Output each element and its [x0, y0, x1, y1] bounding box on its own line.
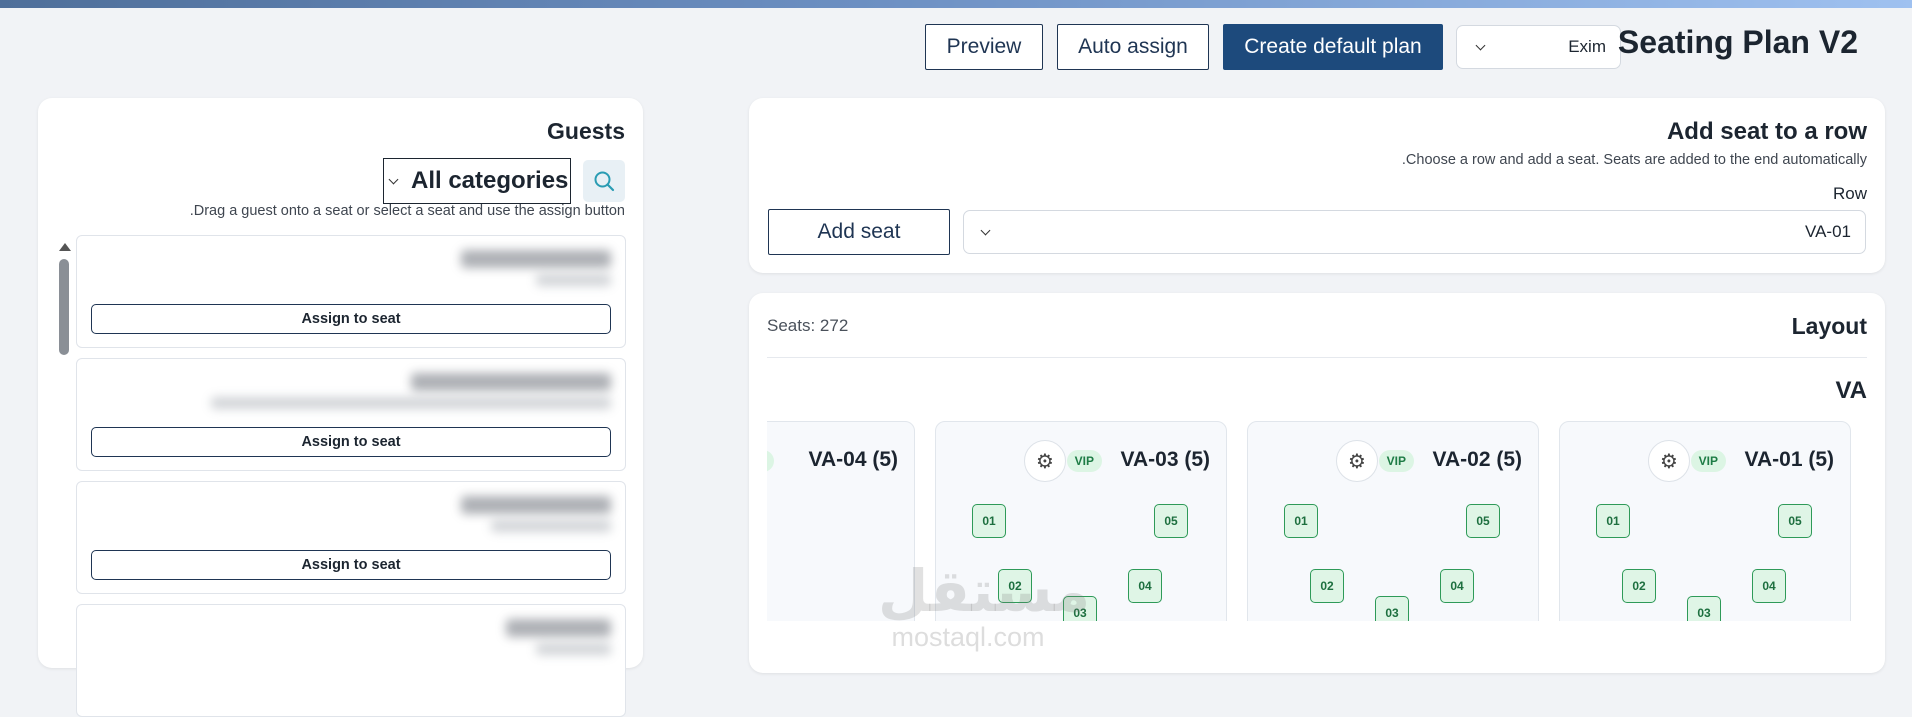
guests-title: Guests: [547, 118, 625, 144]
assign-to-seat-button[interactable]: Assign to seat: [91, 304, 611, 334]
blurred-guest-detail: [536, 643, 611, 655]
guests-panel: Guests All categories .Drag a guest onto…: [38, 98, 643, 717]
scroll-thumb[interactable]: [59, 259, 69, 355]
guest-card[interactable]: Assign to seat: [76, 481, 626, 594]
seat-chip[interactable]: 04: [1128, 569, 1162, 603]
category-select-value: All categories: [411, 167, 569, 194]
preview-button[interactable]: Preview: [925, 24, 1043, 70]
seat-chip[interactable]: 01: [1284, 504, 1318, 538]
section-label: VA: [1835, 377, 1867, 404]
blurred-guest-name: [461, 496, 611, 514]
auto-assign-button[interactable]: Auto assign: [1057, 24, 1209, 70]
search-icon: [594, 171, 615, 192]
row-name: VA-04 (5): [808, 448, 898, 471]
category-select[interactable]: All categories: [383, 158, 571, 204]
page-title: Seating Plan V2: [1617, 24, 1858, 60]
chevron-down-icon: [1475, 40, 1486, 50]
add-seat-button[interactable]: Add seat: [768, 209, 950, 255]
row-card[interactable]: VA-02 (5) VIP ⚙ 01 02 03 04 05: [1247, 421, 1539, 621]
vip-badge: VIP: [1066, 450, 1102, 472]
seat-chip[interactable]: 04: [1752, 569, 1786, 603]
vip-badge: VIP: [767, 450, 774, 472]
chevron-down-icon: [980, 225, 991, 235]
blurred-guest-detail: [491, 520, 611, 532]
row-card[interactable]: VA-01 (5) VIP ⚙ 01 02 03 04 05: [1559, 421, 1851, 621]
layout-panel: Seats: 272 Layout VA VA-04 (5) VIP ⚙ 03 …: [749, 293, 1885, 673]
gear-icon: ⚙: [1036, 450, 1054, 473]
row-name: VA-02 (5): [1432, 448, 1522, 471]
layout-divider: [767, 357, 1867, 358]
row-name: VA-01 (5): [1744, 448, 1834, 471]
seats-count: Seats: 272: [767, 316, 849, 335]
row-select[interactable]: VA-01: [963, 210, 1866, 254]
row-card[interactable]: VA-04 (5) VIP ⚙ 03 04 05: [767, 421, 915, 621]
assign-to-seat-button[interactable]: Assign to seat: [91, 550, 611, 580]
seat-chip[interactable]: 02: [1310, 569, 1344, 603]
row-select-value: VA-01: [1805, 222, 1851, 241]
add-seat-subtitle: .Choose a row and add a seat. Seats are …: [1401, 152, 1867, 168]
guest-list-scrollbar[interactable]: [58, 243, 71, 663]
blurred-guest-name: [461, 250, 611, 268]
seat-chip[interactable]: 05: [1154, 504, 1188, 538]
guest-card[interactable]: Assign to seat: [76, 358, 626, 471]
seat-chip[interactable]: 05: [1466, 504, 1500, 538]
search-button[interactable]: [583, 160, 625, 202]
row-settings-button[interactable]: ⚙: [1648, 440, 1690, 482]
seat-chip[interactable]: 05: [1778, 504, 1812, 538]
guests-hint: .Drag a guest onto a seat or select a se…: [189, 203, 625, 219]
gear-icon: ⚙: [1660, 450, 1678, 473]
guest-card[interactable]: Assign to seat: [76, 235, 626, 348]
chevron-down-icon: [388, 174, 399, 184]
seat-chip[interactable]: 02: [1622, 569, 1656, 603]
event-select[interactable]: Exim: [1456, 25, 1621, 69]
vip-badge: VIP: [1378, 450, 1414, 472]
layout-title: Layout: [1791, 313, 1867, 339]
row-settings-button[interactable]: ⚙: [1024, 440, 1066, 482]
top-accent-bar: [0, 0, 1912, 8]
row-name: VA-03 (5): [1120, 448, 1210, 471]
blurred-guest-name: [411, 373, 611, 391]
vip-badge: VIP: [1690, 450, 1726, 472]
seat-chip[interactable]: 01: [1596, 504, 1630, 538]
seat-chip[interactable]: 02: [998, 569, 1032, 603]
scroll-up-arrow-icon[interactable]: [59, 243, 71, 251]
seat-chip[interactable]: 03: [1687, 596, 1721, 621]
blurred-guest-detail: [211, 397, 611, 409]
seat-chip[interactable]: 04: [1440, 569, 1474, 603]
blurred-guest-detail: [536, 274, 611, 286]
seat-chip[interactable]: 01: [972, 504, 1006, 538]
seat-chip[interactable]: 03: [1375, 596, 1409, 621]
guest-card[interactable]: [76, 604, 626, 717]
gear-icon: ⚙: [1348, 450, 1366, 473]
event-select-value: Exim: [1568, 37, 1606, 56]
add-seat-title: Add seat to a row: [1666, 118, 1867, 145]
assign-to-seat-button[interactable]: Assign to seat: [91, 427, 611, 457]
row-label: Row: [1832, 184, 1867, 203]
seat-chip[interactable]: 03: [1063, 596, 1097, 621]
row-card[interactable]: VA-03 (5) VIP ⚙ 01 02 03 04 05: [935, 421, 1227, 621]
rows-scroll-area[interactable]: VA-04 (5) VIP ⚙ 03 04 05 VA-03 (5) VIP ⚙…: [767, 421, 1875, 621]
row-settings-button[interactable]: ⚙: [1336, 440, 1378, 482]
create-default-plan-button[interactable]: Create default plan: [1223, 24, 1443, 70]
blurred-guest-name: [506, 619, 611, 637]
add-seat-panel: Add seat to a row .Choose a row and add …: [749, 98, 1885, 273]
